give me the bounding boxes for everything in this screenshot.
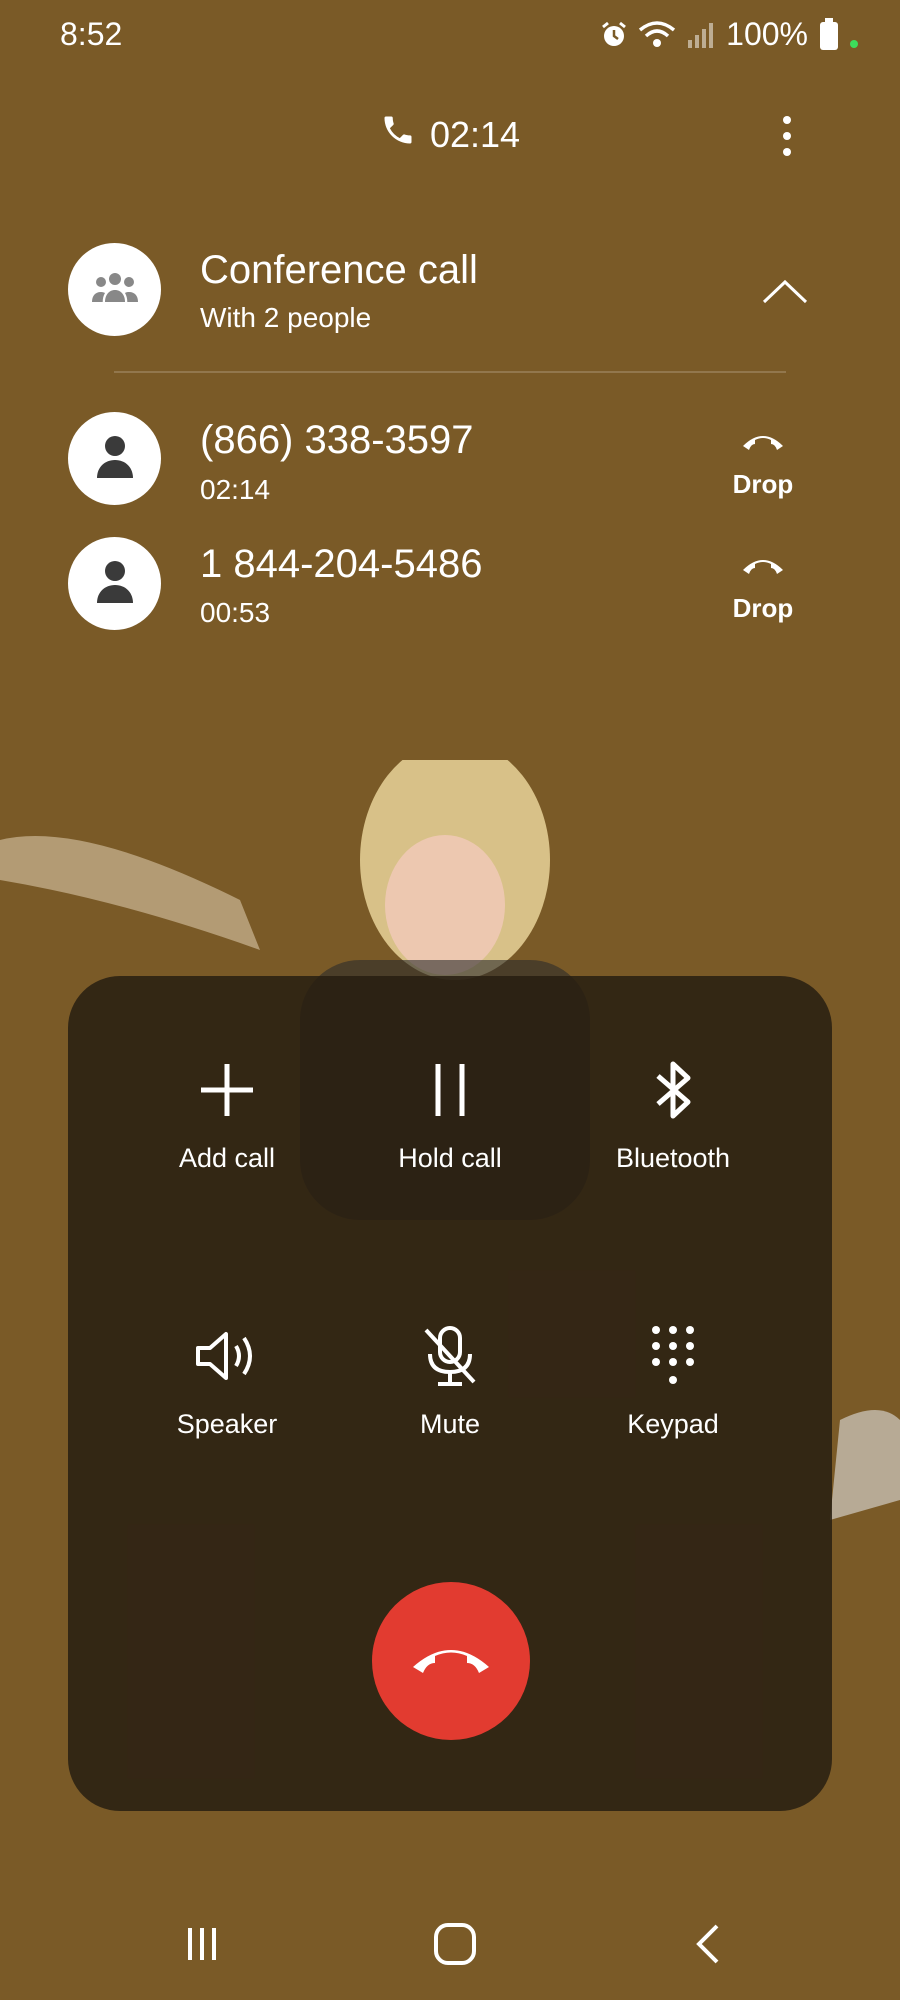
mute-label: Mute: [419, 1409, 481, 1439]
drop-button[interactable]: Drop: [720, 428, 806, 500]
group-icon: [91, 270, 138, 309]
recent-apps-button[interactable]: [172, 1918, 232, 1974]
add-call-button[interactable]: Add call: [115, 1055, 339, 1174]
participant-number: (866) 338-3597: [200, 418, 474, 462]
participant-avatar: [68, 537, 161, 630]
hang-up-icon: [741, 428, 785, 459]
conference-avatar: [68, 243, 161, 336]
participant-duration: 02:14: [200, 474, 271, 505]
add-call-label: Add call: [178, 1143, 276, 1173]
speaker-label: Speaker: [176, 1409, 278, 1439]
mute-button[interactable]: Mute: [338, 1321, 562, 1440]
battery-icon: [818, 17, 840, 52]
speaker-icon: [192, 1321, 262, 1391]
hang-up-icon: [741, 552, 785, 583]
pause-icon: [415, 1055, 485, 1125]
signal-icon: [686, 20, 716, 50]
hang-up-icon: [409, 1641, 493, 1682]
status-time: 8:52: [60, 16, 123, 52]
recents-icon: [182, 1924, 222, 1969]
chevron-up-icon[interactable]: [760, 276, 810, 306]
battery-percent: 100%: [726, 16, 808, 52]
conference-title: Conference call: [200, 248, 478, 292]
keypad-button[interactable]: Keypad: [561, 1321, 785, 1440]
more-options-icon[interactable]: [772, 112, 802, 162]
hold-call-label: Hold call: [398, 1143, 502, 1173]
home-icon: [432, 1921, 478, 1972]
bluetooth-button[interactable]: Bluetooth: [561, 1055, 785, 1174]
alarm-icon: [600, 21, 628, 49]
participant-avatar: [68, 412, 161, 505]
drop-label: Drop: [732, 593, 794, 623]
participant-number: 1 844-204-5486: [200, 542, 483, 586]
conference-subtitle: With 2 people: [200, 302, 372, 333]
person-icon: [95, 559, 135, 608]
keypad-icon: [638, 1321, 708, 1391]
divider: [114, 371, 786, 373]
bluetooth-label: Bluetooth: [615, 1143, 731, 1173]
status-icons: 100%: [600, 16, 858, 53]
keypad-label: Keypad: [627, 1409, 719, 1439]
hold-call-button[interactable]: Hold call: [338, 1055, 562, 1174]
mic-off-icon: [415, 1321, 485, 1391]
participant-duration: 00:53: [200, 597, 271, 628]
speaker-button[interactable]: Speaker: [115, 1321, 339, 1440]
back-button[interactable]: [678, 1918, 738, 1974]
phone-icon: [380, 112, 416, 157]
person-icon: [95, 434, 135, 483]
call-elapsed-time: 02:14: [429, 113, 521, 155]
bluetooth-icon: [638, 1055, 708, 1125]
drop-button[interactable]: Drop: [720, 552, 806, 624]
privacy-dot-icon: [850, 39, 858, 48]
end-call-button[interactable]: [372, 1582, 530, 1740]
wifi-icon: [638, 20, 676, 50]
call-timer: 02:14: [0, 112, 900, 157]
plus-icon: [192, 1055, 262, 1125]
drop-label: Drop: [732, 469, 794, 499]
back-icon: [693, 1922, 723, 1971]
home-button[interactable]: [425, 1918, 485, 1974]
